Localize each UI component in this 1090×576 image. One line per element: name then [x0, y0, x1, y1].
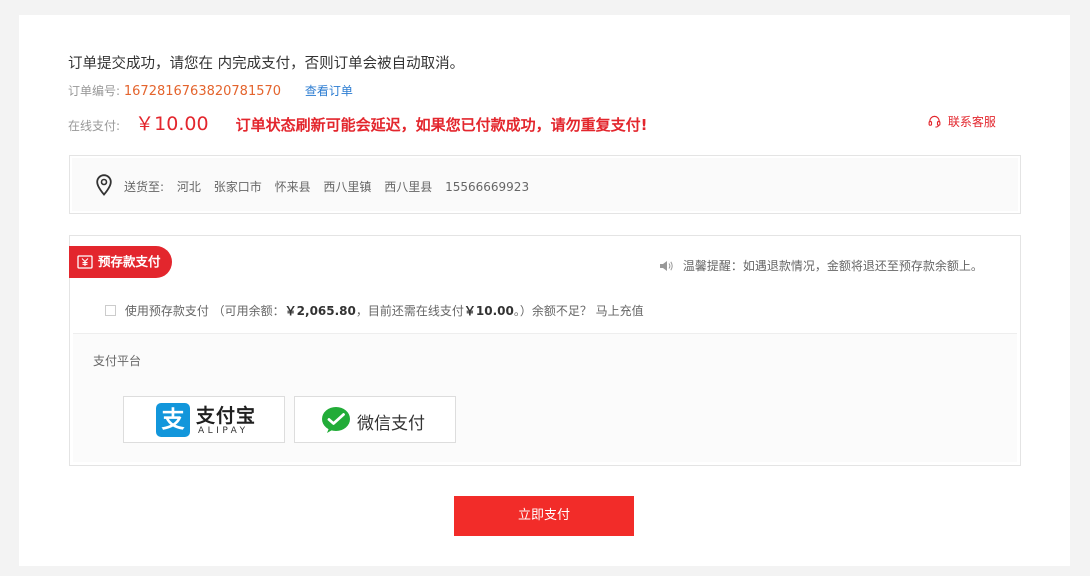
use-deposit-row: 使用预存款支付 （可用余额：￥2,065.80，目前还需在线支付￥10.00。）…	[105, 302, 644, 319]
deposit-payment-tag-label: 预存款支付	[98, 254, 161, 269]
address-town: 西八里镇	[323, 180, 372, 194]
headset-icon	[928, 115, 941, 128]
address-city: 张家口市	[213, 180, 262, 194]
contact-service-label: 联系客服	[947, 115, 996, 129]
refund-tip: 温馨提醒：如遇退款情况，金额将退还至预存款余额上。	[659, 257, 983, 274]
payment-platform-section: 支付平台 支 支付宝 ALIPAY 微信支付	[73, 333, 1017, 462]
use-deposit-checkbox[interactable]	[105, 305, 116, 316]
delivery-address-text: 送货至: 河北 张家口市 怀来县 西八里镇 西八里县 15566669923	[124, 178, 538, 195]
alipay-label-cn: 支付宝	[196, 405, 257, 427]
wechat-pay-icon	[322, 407, 350, 433]
contact-service-link[interactable]: 联系客服	[928, 113, 996, 130]
refresh-warning: 订单状态刷新可能会延迟，如果您已付款成功，请勿重复支付!	[235, 116, 648, 134]
payment-section: 预存款支付 温馨提醒：如遇退款情况，金额将退还至预存款余额上。 使用预存款支付 …	[69, 235, 1021, 466]
online-pay-label: 在线支付:	[68, 119, 121, 133]
location-pin-icon	[96, 174, 112, 196]
speaker-icon	[660, 261, 673, 271]
payment-card: 订单提交成功，请您在 内完成支付，否则订单会被自动取消。 订单编号: 16728…	[19, 15, 1070, 566]
recharge-link[interactable]: 。）余额不足？ 马上充值	[514, 304, 644, 318]
delivery-address-box: 送货至: 河北 张家口市 怀来县 西八里镇 西八里县 15566669923	[69, 155, 1021, 214]
view-order-link[interactable]: 查看订单	[305, 84, 353, 98]
address-province: 河北	[176, 180, 201, 194]
refund-tip-text: 温馨提醒：如遇退款情况，金额将退还至预存款余额上。	[682, 259, 983, 273]
wechat-pay-label: 微信支付	[357, 414, 425, 434]
delivery-address-inner: 送货至: 河北 张家口市 怀来县 西八里镇 西八里县 15566669923	[72, 158, 1018, 211]
wechat-pay-option[interactable]: 微信支付	[294, 396, 456, 443]
address-label: 送货至:	[124, 180, 165, 194]
available-balance: ￥2,065.80	[284, 304, 356, 318]
address-detail: 西八里县	[384, 180, 433, 194]
alipay-icon: 支	[156, 403, 190, 437]
deposit-payment-tag: 预存款支付	[69, 246, 172, 278]
order-number: 1672816763820781570	[123, 84, 282, 99]
address-phone: 15566669923	[445, 180, 530, 194]
pay-now-button[interactable]: 立即支付	[454, 496, 634, 536]
needed-amount: ￥10.00	[463, 304, 514, 318]
deposit-middle: ，目前还需在线支付	[355, 304, 464, 318]
order-number-label: 订单编号:	[68, 84, 121, 98]
alipay-label-en: ALIPAY	[198, 426, 249, 436]
address-county: 怀来县	[274, 180, 311, 194]
wallet-icon	[77, 255, 93, 269]
order-success-notice: 订单提交成功，请您在 内完成支付，否则订单会被自动取消。	[68, 56, 465, 72]
deposit-prefix: 使用预存款支付 （可用余额：	[124, 304, 285, 318]
order-number-row: 订单编号: 1672816763820781570 查看订单	[68, 82, 353, 99]
alipay-option[interactable]: 支 支付宝 ALIPAY	[123, 396, 285, 443]
payment-platform-label: 支付平台	[93, 354, 142, 368]
pay-amount: ￥10.00	[135, 113, 209, 135]
online-pay-row: 在线支付: ￥10.00 订单状态刷新可能会延迟，如果您已付款成功，请勿重复支付…	[68, 109, 647, 136]
